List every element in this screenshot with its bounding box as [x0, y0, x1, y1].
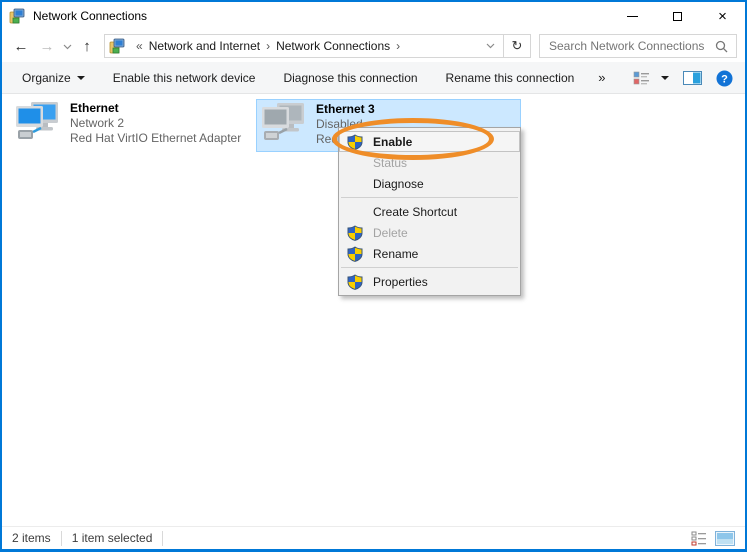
menu-item-rename[interactable]: Rename	[339, 243, 520, 264]
minimize-icon	[627, 16, 638, 17]
minimize-button[interactable]	[610, 2, 655, 30]
details-view-toggle-icon[interactable]	[691, 531, 707, 546]
search-box[interactable]	[539, 34, 737, 58]
menu-item-diagnose[interactable]: Diagnose	[339, 173, 520, 194]
diagnose-connection-button[interactable]: Diagnose this connection	[283, 71, 417, 85]
refresh-button[interactable]: ↻	[504, 35, 530, 57]
search-icon[interactable]	[715, 40, 728, 53]
close-button[interactable]: ×	[700, 2, 745, 30]
menu-item-status: Status	[339, 152, 520, 173]
chevron-down-icon	[77, 76, 85, 80]
preview-pane-icon[interactable]	[683, 71, 702, 85]
close-icon: ×	[718, 9, 727, 24]
thumbnail-view-toggle-icon[interactable]	[715, 531, 735, 546]
history-dropdown-icon[interactable]	[60, 39, 74, 53]
up-button[interactable]: ↑	[74, 38, 100, 55]
connection-name: Ethernet	[70, 101, 241, 116]
network-connections-window: Network Connections × ← → ↑ « Network an…	[0, 0, 747, 552]
help-icon[interactable]: ?	[716, 70, 733, 87]
rename-connection-button[interactable]: Rename this connection	[446, 71, 575, 85]
menu-separator	[341, 197, 518, 198]
uac-shield-icon	[347, 246, 363, 262]
status-bar: 2 items 1 item selected	[2, 526, 745, 549]
ethernet-enabled-icon: .scr1{fill:#1f8fe8}.scr2{fill:#3aa0f0}.c…	[14, 101, 60, 141]
uac-shield-icon	[347, 225, 363, 241]
menu-separator	[341, 267, 518, 268]
items-count: 2 items	[2, 531, 61, 545]
enable-device-button[interactable]: Enable this network device	[113, 71, 256, 85]
uac-shield-icon	[347, 134, 363, 150]
breadcrumb-prefix: «	[136, 39, 143, 53]
chevron-down-icon	[661, 76, 669, 80]
title-bar: Network Connections ×	[2, 2, 745, 30]
command-toolbar: Organize Enable this network device Diag…	[2, 62, 745, 94]
maximize-button[interactable]	[655, 2, 700, 30]
breadcrumb-separator-icon: ›	[266, 39, 270, 53]
back-button[interactable]: ←	[8, 38, 34, 55]
svg-text:?: ?	[721, 73, 728, 85]
breadcrumb-network-and-internet[interactable]: Network and Internet	[149, 39, 260, 53]
connection-name: Ethernet 3	[316, 102, 487, 117]
location-icon	[109, 38, 125, 54]
divider	[162, 531, 163, 546]
connection-ethernet[interactable]: .scr1{fill:#1f8fe8}.scr2{fill:#3aa0f0}.c…	[14, 101, 241, 146]
navigation-bar: ← → ↑ « Network and Internet › Network C…	[2, 30, 745, 62]
organize-button[interactable]: Organize	[22, 71, 85, 85]
context-menu: Enable Status Diagnose Create Shortcut D…	[338, 127, 521, 296]
address-bar[interactable]: « Network and Internet › Network Connect…	[104, 34, 531, 58]
breadcrumb-network-connections[interactable]: Network Connections	[276, 39, 390, 53]
menu-item-delete: Delete	[339, 222, 520, 243]
menu-item-enable[interactable]: Enable	[339, 131, 520, 152]
uac-shield-icon	[347, 274, 363, 290]
address-dropdown-icon[interactable]	[486, 43, 495, 49]
details-view-icon	[633, 71, 650, 86]
menu-item-create-shortcut[interactable]: Create Shortcut	[339, 201, 520, 222]
window-title: Network Connections	[33, 9, 147, 23]
connection-adapter: Red Hat VirtIO Ethernet Adapter	[70, 131, 241, 146]
forward-button: →	[34, 38, 60, 55]
app-icon	[9, 8, 25, 24]
selected-count: 1 item selected	[62, 531, 163, 545]
change-view-button[interactable]	[633, 71, 669, 86]
breadcrumb-separator-icon: ›	[396, 39, 400, 53]
ethernet-disabled-icon	[260, 102, 306, 142]
search-input[interactable]	[540, 39, 715, 53]
maximize-icon	[673, 12, 682, 21]
menu-item-properties[interactable]: Properties	[339, 271, 520, 292]
connection-network: Network 2	[70, 116, 241, 131]
toolbar-overflow-button[interactable]: »	[598, 70, 605, 85]
